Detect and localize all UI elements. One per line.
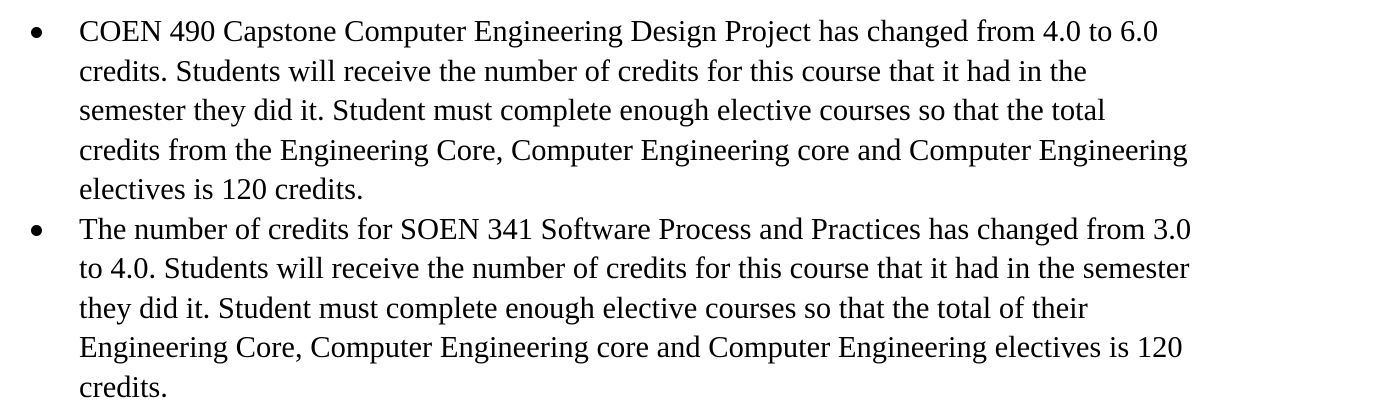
text-line: credits. bbox=[79, 369, 168, 404]
text-line: semester they did it. Student must compl… bbox=[79, 93, 1106, 127]
bullet-text: COEN 490 Capstone Computer Engineering D… bbox=[79, 12, 1340, 210]
bullet-text: The number of credits for SOEN 341 Softw… bbox=[79, 210, 1340, 408]
text-line: credits. Students will receive the numbe… bbox=[79, 53, 1087, 88]
document-body: COEN 490 Capstone Computer Engineering D… bbox=[0, 12, 1380, 407]
text-line: COEN 490 Capstone Computer Engineering D… bbox=[79, 14, 1159, 48]
bullet-dot-icon bbox=[31, 224, 42, 236]
bullet-dot-icon bbox=[31, 27, 42, 38]
text-line: credits from the Engineering Core, Compu… bbox=[79, 132, 1188, 167]
text-line: Engineering Core, Computer Engineering c… bbox=[79, 330, 1183, 364]
text-line: to 4.0. Students will receive the number… bbox=[79, 251, 1190, 285]
text-line: they did it. Student must complete enoug… bbox=[79, 290, 1088, 325]
bullet-list: COEN 490 Capstone Computer Engineering D… bbox=[0, 12, 1380, 407]
text-line: The number of credits for SOEN 341 Softw… bbox=[79, 211, 1192, 246]
bullet-item-soen-341: The number of credits for SOEN 341 Softw… bbox=[0, 210, 1380, 408]
text-line: electives is 120 credits. bbox=[79, 172, 364, 206]
bullet-item-coen-490: COEN 490 Capstone Computer Engineering D… bbox=[0, 12, 1380, 210]
